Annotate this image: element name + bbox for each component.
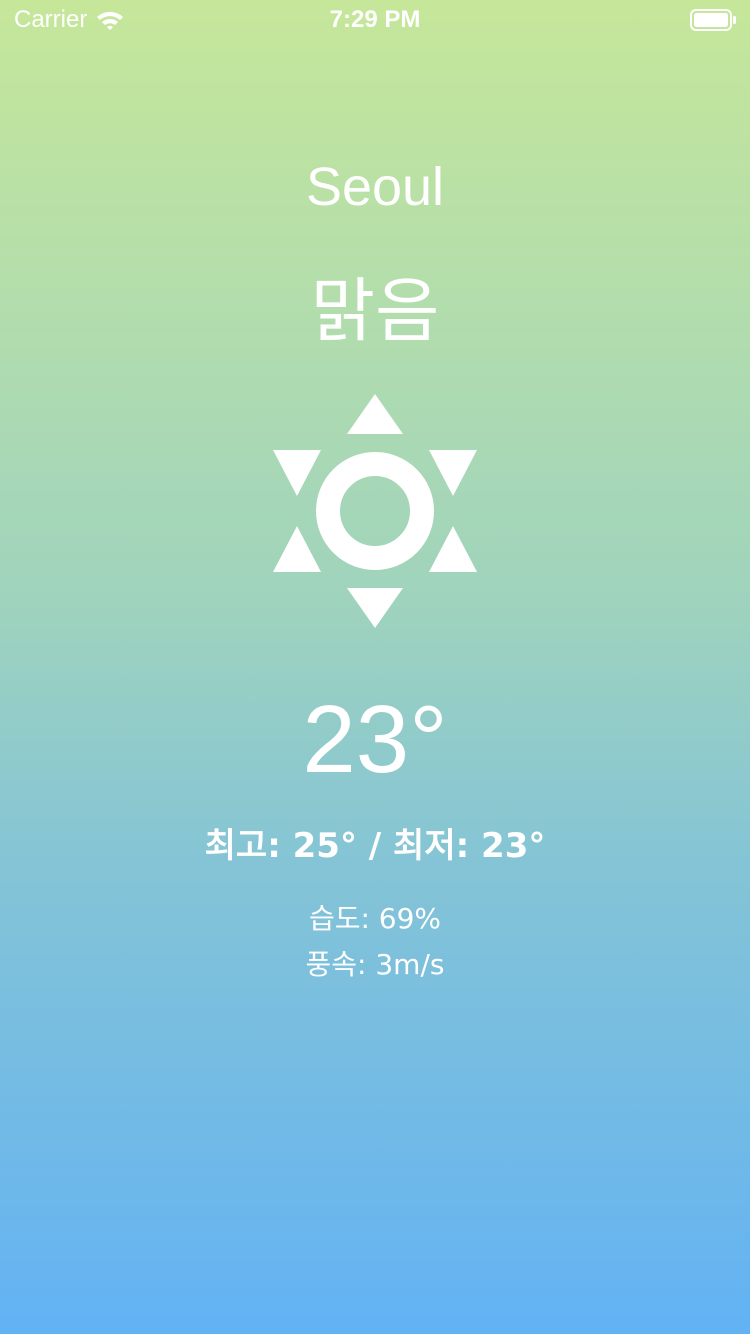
status-time: 7:29 PM — [329, 6, 421, 33]
battery-icon — [690, 9, 736, 31]
city-name: Seoul — [305, 157, 445, 217]
humidity-label: 습도: 69% — [308, 902, 442, 935]
wind-speed-label: 풍속: 3m/s — [305, 948, 445, 981]
status-bar: Carrier 7:29 PM — [0, 0, 750, 40]
high-low-temperature: 최고: 25° / 최저: 23° — [204, 826, 546, 866]
sun-icon — [273, 394, 477, 628]
current-temperature: 23° — [302, 686, 448, 793]
weather-condition: 맑음 — [310, 270, 440, 352]
weather-screen: Carrier 7:29 PM Seoul 맑음 23° 최고: 25° / 최… — [0, 0, 750, 1334]
